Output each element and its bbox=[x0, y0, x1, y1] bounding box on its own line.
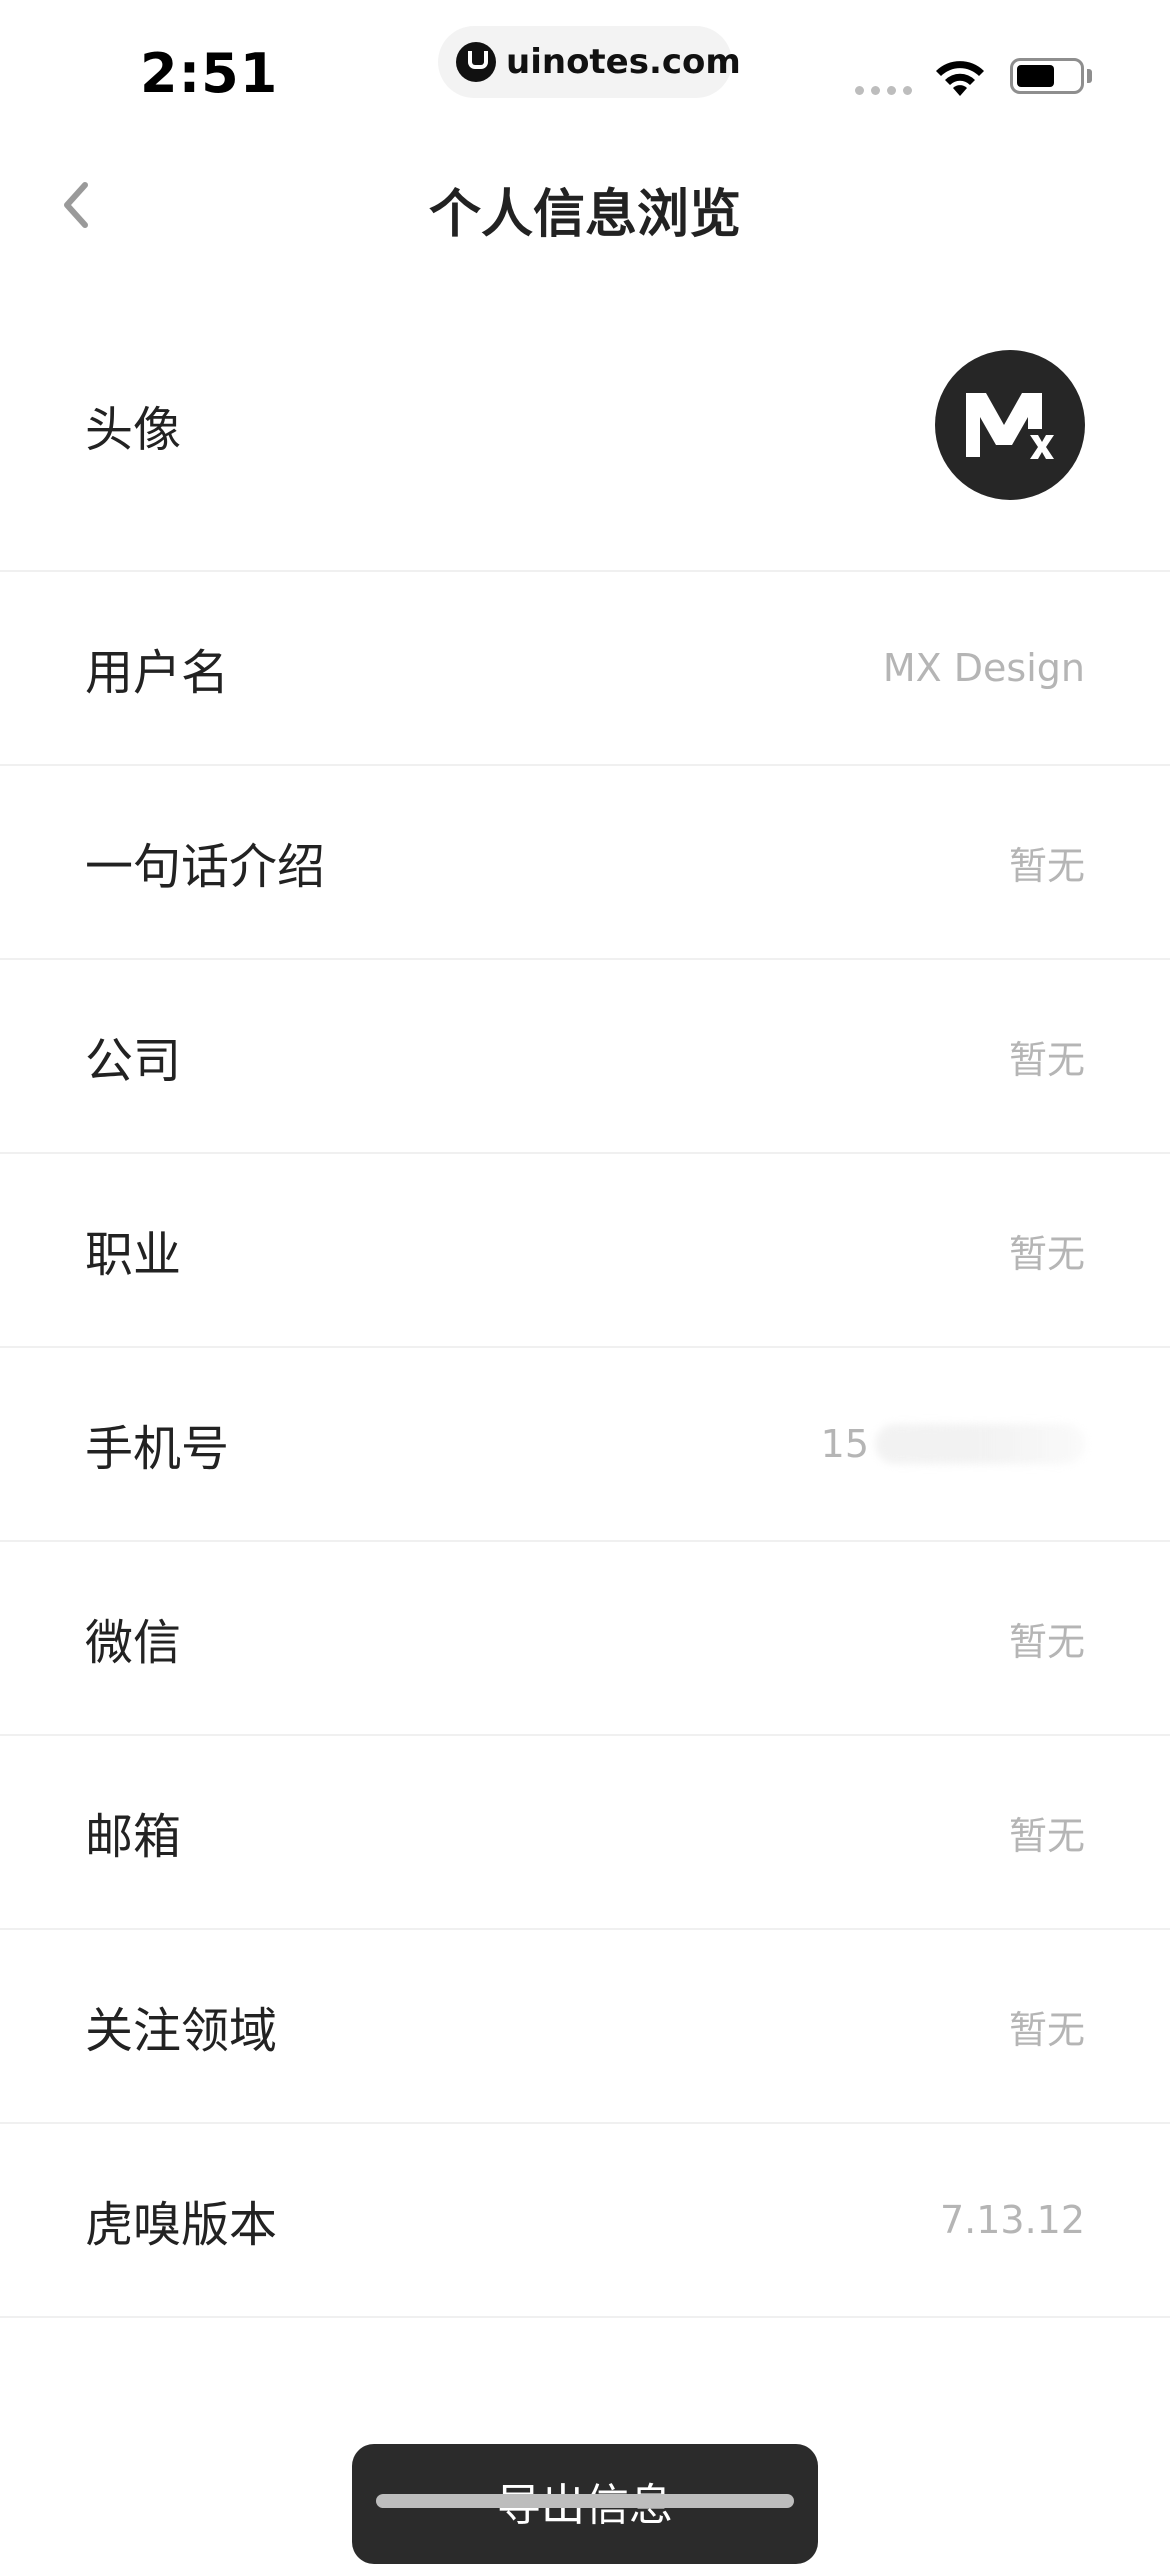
battery-level bbox=[1017, 65, 1054, 87]
row-label: 公司 bbox=[85, 1033, 182, 1089]
row-label: 职业 bbox=[85, 1227, 182, 1283]
row-value: 暂无 bbox=[1008, 1813, 1085, 1858]
uinotes-logo-icon bbox=[456, 42, 496, 82]
row-avatar[interactable]: 头像 bbox=[0, 280, 1170, 572]
row-label: 用户名 bbox=[85, 645, 230, 701]
wifi-icon bbox=[936, 61, 984, 96]
battery-icon bbox=[1010, 58, 1084, 94]
row-label: 一句话介绍 bbox=[85, 839, 326, 895]
row-value: 暂无 bbox=[1008, 1231, 1085, 1276]
phone-blur-mask bbox=[875, 1424, 1085, 1464]
row-label: 关注领域 bbox=[85, 2003, 278, 2059]
row-label: 手机号 bbox=[85, 1421, 230, 1477]
row-value: 7.13.12 bbox=[939, 2198, 1085, 2242]
status-time: 2:51 bbox=[140, 42, 279, 105]
row-wechat[interactable]: 微信 暂无 bbox=[0, 1542, 1170, 1736]
watermark-text: uinotes.com bbox=[506, 42, 741, 82]
page-title: 个人信息浏览 bbox=[428, 185, 741, 245]
row-phone[interactable]: 手机号 15 bbox=[0, 1348, 1170, 1542]
row-value: 暂无 bbox=[1008, 2007, 1085, 2052]
row-value: 15 bbox=[821, 1422, 1085, 1466]
avatar[interactable] bbox=[935, 350, 1085, 500]
home-indicator bbox=[376, 2494, 794, 2508]
nav-bar: 个人信息浏览 bbox=[0, 130, 1170, 280]
row-value: 暂无 bbox=[1008, 1619, 1085, 1664]
row-username[interactable]: 用户名 MX Design bbox=[0, 572, 1170, 766]
row-app-version: 虎嗅版本 7.13.12 bbox=[0, 2124, 1170, 2318]
cellular-signal-icon bbox=[855, 86, 912, 95]
row-label: 头像 bbox=[85, 402, 182, 458]
row-bio[interactable]: 一句话介绍 暂无 bbox=[0, 766, 1170, 960]
row-company[interactable]: 公司 暂无 bbox=[0, 960, 1170, 1154]
row-label: 邮箱 bbox=[85, 1809, 182, 1865]
row-occupation[interactable]: 职业 暂无 bbox=[0, 1154, 1170, 1348]
row-value: MX Design bbox=[882, 646, 1085, 690]
phone-prefix: 15 bbox=[820, 1422, 869, 1466]
row-label: 虎嗅版本 bbox=[85, 2197, 278, 2253]
profile-info-list: 头像 用户名 MX Design 一句话介绍 暂无 公司 暂无 职业 暂无 手机… bbox=[0, 280, 1170, 2318]
row-value: 暂无 bbox=[1008, 1037, 1085, 1082]
row-value: 暂无 bbox=[1008, 843, 1085, 888]
row-email[interactable]: 邮箱 暂无 bbox=[0, 1736, 1170, 1930]
watermark-badge: uinotes.com bbox=[438, 26, 741, 98]
row-label: 微信 bbox=[85, 1615, 182, 1671]
battery-cap bbox=[1087, 69, 1092, 83]
mx-logo-icon bbox=[966, 393, 1054, 459]
status-bar: 2:51 uinotes.com bbox=[0, 0, 1170, 130]
row-interests[interactable]: 关注领域 暂无 bbox=[0, 1930, 1170, 2124]
